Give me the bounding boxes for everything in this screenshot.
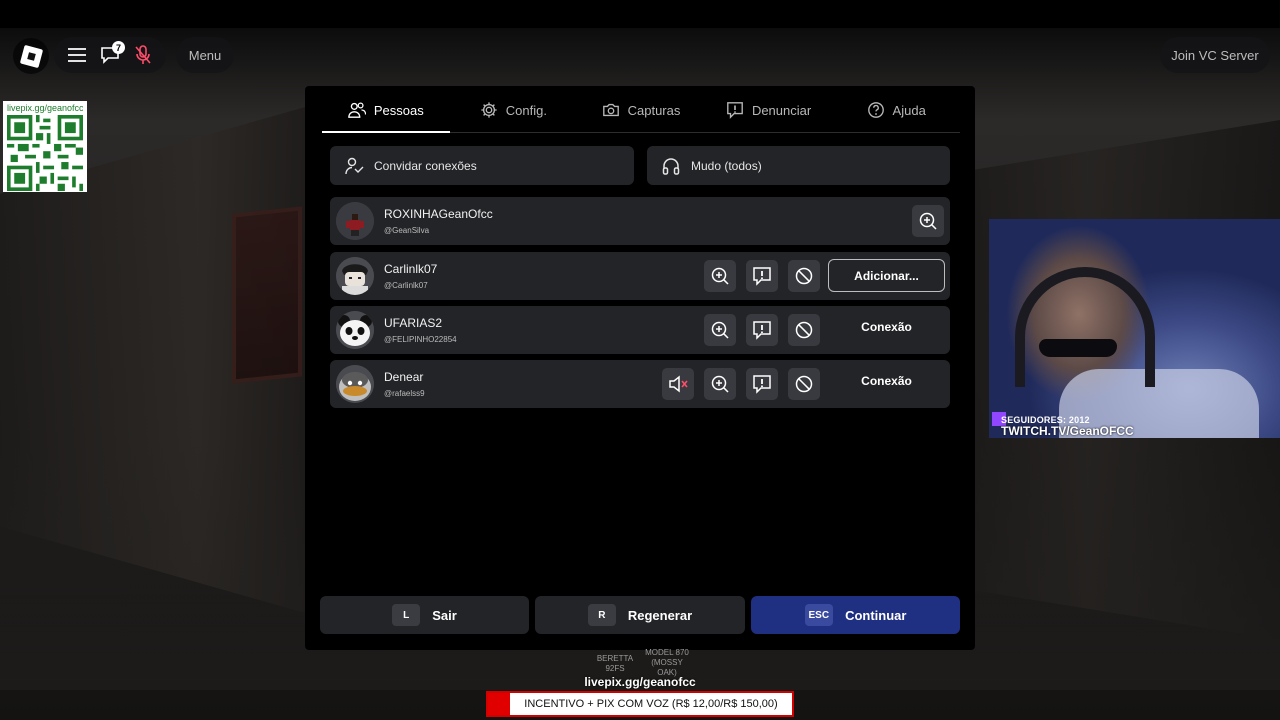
zoom-in-icon [711,375,729,393]
donation-goal-label: INCENTIVO + PIX COM VOZ (R$ 12,00/R$ 150… [524,698,778,710]
leave-label: Sair [432,607,457,623]
avatar [336,257,374,295]
report-icon [753,375,771,394]
block-icon [795,267,813,285]
chat-icon[interactable]: 7 [97,41,125,68]
mute-all-button[interactable]: Mudo (todos) [647,146,950,185]
report-player-button[interactable] [746,368,778,400]
menu-tabs: Pessoas Config. Capturas Denunciar Ajuda [322,86,960,133]
report-icon [727,102,743,119]
report-icon [753,321,771,340]
avatar [336,202,374,240]
tab-settings[interactable]: Config. [450,86,578,132]
zoom-in-icon [919,212,937,230]
people-icon [348,102,366,118]
hamburger-icon[interactable] [64,42,90,68]
player-row: ROXINHAGeanOfcc @GeanSilva [330,197,950,245]
player-row: Carlinlk07 @Carlinlk07 Adicionar... [330,252,950,300]
webcam-overlay: SEGUIDORES: 2012 TWITCH.TV/GeanOFCC [989,219,1280,438]
gear-icon [481,102,497,118]
block-icon [795,321,813,339]
player-name: ROXINHAGeanOfcc [384,207,493,221]
weapon-slot-label: MODEL 870 (MOSSY OAK) [645,648,689,677]
livepix-link-label: livepix.gg/geanofcc [584,675,696,689]
tab-report[interactable]: Denunciar [705,86,833,132]
key-hint: R [587,604,616,626]
qr-label: livepix.gg/geanofcc [7,103,83,113]
topbar-controls: 7 [54,37,166,73]
mute-player-button[interactable] [662,368,694,400]
block-icon [795,375,813,393]
qr-code-icon [7,115,83,191]
tab-help[interactable]: Ajuda [832,86,960,132]
key-hint: ESC [804,604,834,626]
player-handle: @Carlinlk07 [384,281,428,290]
goal-marker [488,693,510,715]
mic-muted-icon[interactable] [130,42,156,68]
resume-label: Continuar [845,607,907,623]
invite-connections-label: Convidar conexões [374,158,477,173]
sunglasses-shape [1039,339,1117,357]
player-name: Carlinlk07 [384,262,438,276]
invite-person-icon [345,157,364,174]
inspect-button[interactable] [704,260,736,292]
speaker-muted-icon [669,375,688,393]
tab-help-label: Ajuda [892,102,926,118]
weapon-slot-label: BERETTA 92FS [596,654,634,673]
inspect-button[interactable] [704,368,736,400]
report-icon [753,267,771,286]
top-black-strip [0,0,1280,28]
inspect-button[interactable] [912,205,944,237]
respawn-button[interactable]: R Regenerar [535,596,745,634]
join-vc-button[interactable]: Join VC Server [1160,37,1270,73]
inspect-button[interactable] [704,314,736,346]
zoom-in-icon [711,321,729,339]
connection-status: Conexão [861,374,912,388]
key-hint: L [392,604,421,626]
tab-captures[interactable]: Capturas [577,86,705,132]
help-icon [867,102,884,118]
mute-all-label: Mudo (todos) [691,158,762,173]
player-handle: @rafaelss9 [384,389,425,398]
chat-badge: 7 [111,41,125,54]
avatar [336,311,374,349]
leave-button[interactable]: L Sair [320,596,529,634]
report-player-button[interactable] [746,260,778,292]
avatar [336,365,374,403]
resume-button[interactable]: ESC Continuar [751,596,960,634]
connection-status: Conexão [861,320,912,334]
menu-button[interactable]: Menu [176,37,234,73]
player-name: Denear [384,370,424,384]
donation-goal-bar: INCENTIVO + PIX COM VOZ (R$ 12,00/R$ 150… [486,691,794,717]
player-handle: @GeanSilva [384,226,430,235]
block-button[interactable] [788,368,820,400]
player-name: UFARIAS2 [384,316,443,330]
tab-people-label: Pessoas [373,102,424,118]
tab-captures-label: Capturas [627,102,681,118]
tab-settings-label: Config. [505,102,547,118]
qr-code-overlay: livepix.gg/geanofcc [3,101,87,192]
zoom-in-icon [711,267,729,285]
block-button[interactable] [788,260,820,292]
roblox-logo-button[interactable] [13,38,49,74]
respawn-label: Regenerar [627,607,693,623]
report-player-button[interactable] [746,314,778,346]
add-friend-button[interactable]: Adicionar... [828,259,945,292]
twitch-channel-label: TWITCH.TV/GeanOFCC [1001,424,1134,438]
tab-people[interactable]: Pessoas [322,86,450,133]
headphones-icon [662,157,680,175]
player-row: Denear @rafaelss9 Conexão [330,360,950,408]
invite-connections-button[interactable]: Convidar conexões [330,146,634,185]
roblox-logo-icon [19,44,43,68]
player-row: UFARIAS2 @FELIPINHO22854 Conexão [330,306,950,354]
camera-icon [602,103,619,117]
headset-shape [1015,267,1155,387]
player-handle: @FELIPINHO22854 [384,335,457,344]
game-door [232,206,302,384]
block-button[interactable] [788,314,820,346]
tab-report-label: Denunciar [751,102,812,118]
game-menu-modal: Pessoas Config. Capturas Denunciar Ajuda… [305,86,975,650]
